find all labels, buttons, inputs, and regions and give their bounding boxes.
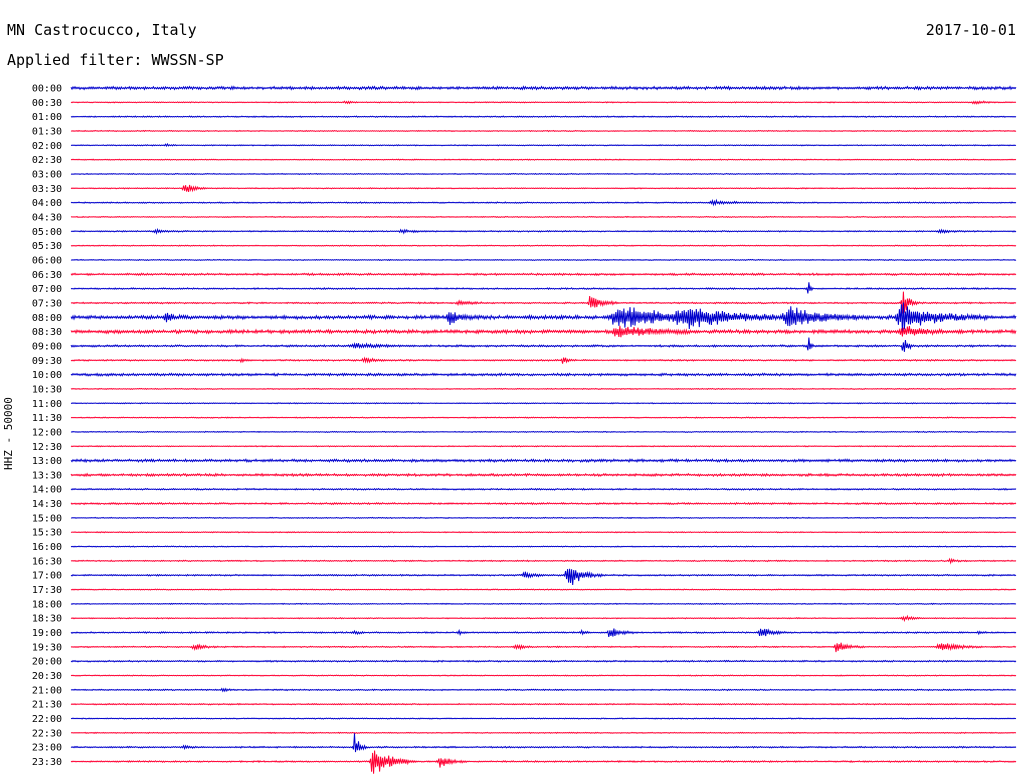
- row-time-label: 05:00: [32, 227, 62, 238]
- row-time-label: 19:30: [32, 642, 62, 653]
- row-time-label: 04:00: [32, 198, 62, 209]
- row-time-label: 03:30: [32, 184, 62, 195]
- row-time-label: 02:30: [32, 155, 62, 166]
- row-time-label: 14:30: [32, 499, 62, 510]
- row-time-label: 07:30: [32, 298, 62, 309]
- seismic-trace: [70, 545, 1017, 548]
- helicorder-chart: 00:00 00:30 01:00 01:30 02:00 02:30 03:00 03:30…: [32, 84, 1017, 774]
- seismic-trace: [70, 337, 1017, 352]
- seismic-trace: [70, 458, 1017, 464]
- row-time-label: 13:30: [32, 470, 62, 481]
- row-time-label: 15:30: [32, 528, 62, 539]
- row-time-label: 22:00: [32, 714, 62, 725]
- seismic-trace: [70, 516, 1017, 520]
- row-time-label: 08:30: [32, 327, 62, 338]
- row-time-label: 01:00: [32, 112, 62, 123]
- row-time-label: 01:30: [32, 126, 62, 137]
- row-time-label: 05:30: [32, 241, 62, 252]
- seismic-trace: [70, 184, 1017, 193]
- row-time-label: 21:30: [32, 700, 62, 711]
- seismic-trace: [70, 702, 1017, 706]
- row-time-label: 03:00: [32, 169, 62, 180]
- seismic-trace: [70, 588, 1017, 591]
- row-time-label: 20:30: [32, 671, 62, 682]
- seismic-trace: [70, 302, 1017, 333]
- row-time-label: 11:30: [32, 413, 62, 424]
- row-time-label: 06:00: [32, 255, 62, 266]
- row-time-label: 12:30: [32, 442, 62, 453]
- row-time-label: 14:00: [32, 485, 62, 496]
- row-time-label: 16:00: [32, 542, 62, 553]
- seismic-trace: [70, 158, 1017, 161]
- seismic-trace: [70, 115, 1017, 119]
- row-time-label: 18:00: [32, 599, 62, 610]
- seismic-trace: [70, 215, 1017, 219]
- row-time-label: 17:00: [32, 571, 62, 582]
- row-time-label: 13:00: [32, 456, 62, 467]
- seismic-trace: [70, 85, 1017, 91]
- seismic-trace: [70, 501, 1017, 506]
- seismic-trace: [70, 172, 1017, 176]
- row-time-label: 22:30: [32, 728, 62, 739]
- seismic-trace: [70, 372, 1017, 377]
- seismic-trace: [70, 198, 1017, 207]
- row-time-label: 02:00: [32, 141, 62, 152]
- seismic-trace: [70, 487, 1017, 491]
- seismic-trace: [70, 325, 1017, 338]
- seismic-trace: [70, 568, 1017, 586]
- seismic-trace: [70, 602, 1017, 606]
- row-time-label: 10:00: [32, 370, 62, 381]
- row-time-label: 07:00: [32, 284, 62, 295]
- seismic-trace: [70, 272, 1017, 277]
- row-time-label: 10:30: [32, 384, 62, 395]
- row-time-label: 20:00: [32, 657, 62, 668]
- row-time-label: 00:00: [32, 84, 62, 95]
- seismic-trace: [70, 142, 1017, 148]
- seismic-trace: [70, 416, 1017, 419]
- seismic-trace: [70, 674, 1017, 677]
- row-time-label: 12:00: [32, 427, 62, 438]
- row-time-label: 06:30: [32, 270, 62, 281]
- row-time-label: 18:30: [32, 614, 62, 625]
- row-time-label: 23:00: [32, 743, 62, 754]
- seismic-trace: [70, 227, 1017, 235]
- row-time-label: 16:30: [32, 556, 62, 567]
- seismic-trace: [70, 445, 1017, 448]
- seismic-trace: [70, 291, 1017, 314]
- seismic-trace: [70, 733, 1017, 753]
- seismic-trace: [70, 356, 1017, 364]
- seismic-trace: [70, 731, 1017, 734]
- seismic-trace: [70, 531, 1017, 534]
- seismic-trace: [70, 282, 1017, 294]
- seismic-trace: [70, 750, 1017, 774]
- row-time-label: 15:00: [32, 513, 62, 524]
- row-time-label: 09:00: [32, 341, 62, 352]
- seismic-trace: [70, 717, 1017, 720]
- seismic-trace: [70, 387, 1017, 391]
- seismic-trace: [70, 642, 1017, 653]
- seismic-trace: [70, 659, 1017, 663]
- seismic-trace: [70, 100, 1017, 105]
- seismic-trace: [70, 472, 1017, 478]
- row-time-label: 11:00: [32, 399, 62, 410]
- row-time-label: 17:30: [32, 585, 62, 596]
- row-time-label: 08:00: [32, 313, 62, 324]
- seismic-trace: [70, 557, 1017, 565]
- seismic-trace: [70, 129, 1017, 133]
- seismic-trace: [70, 430, 1017, 434]
- seismic-trace: [70, 687, 1017, 693]
- row-time-label: 04:30: [32, 212, 62, 223]
- row-time-label: 19:00: [32, 628, 62, 639]
- row-time-label: 00:30: [32, 98, 62, 109]
- row-time-label: 21:00: [32, 685, 62, 696]
- seismic-trace: [70, 258, 1017, 262]
- row-time-label: 23:30: [32, 757, 62, 768]
- seismic-trace: [70, 628, 1017, 637]
- row-time-label: 09:30: [32, 356, 62, 367]
- seismic-trace: [70, 402, 1017, 405]
- seismic-trace: [70, 244, 1017, 247]
- seismic-trace: [70, 614, 1017, 623]
